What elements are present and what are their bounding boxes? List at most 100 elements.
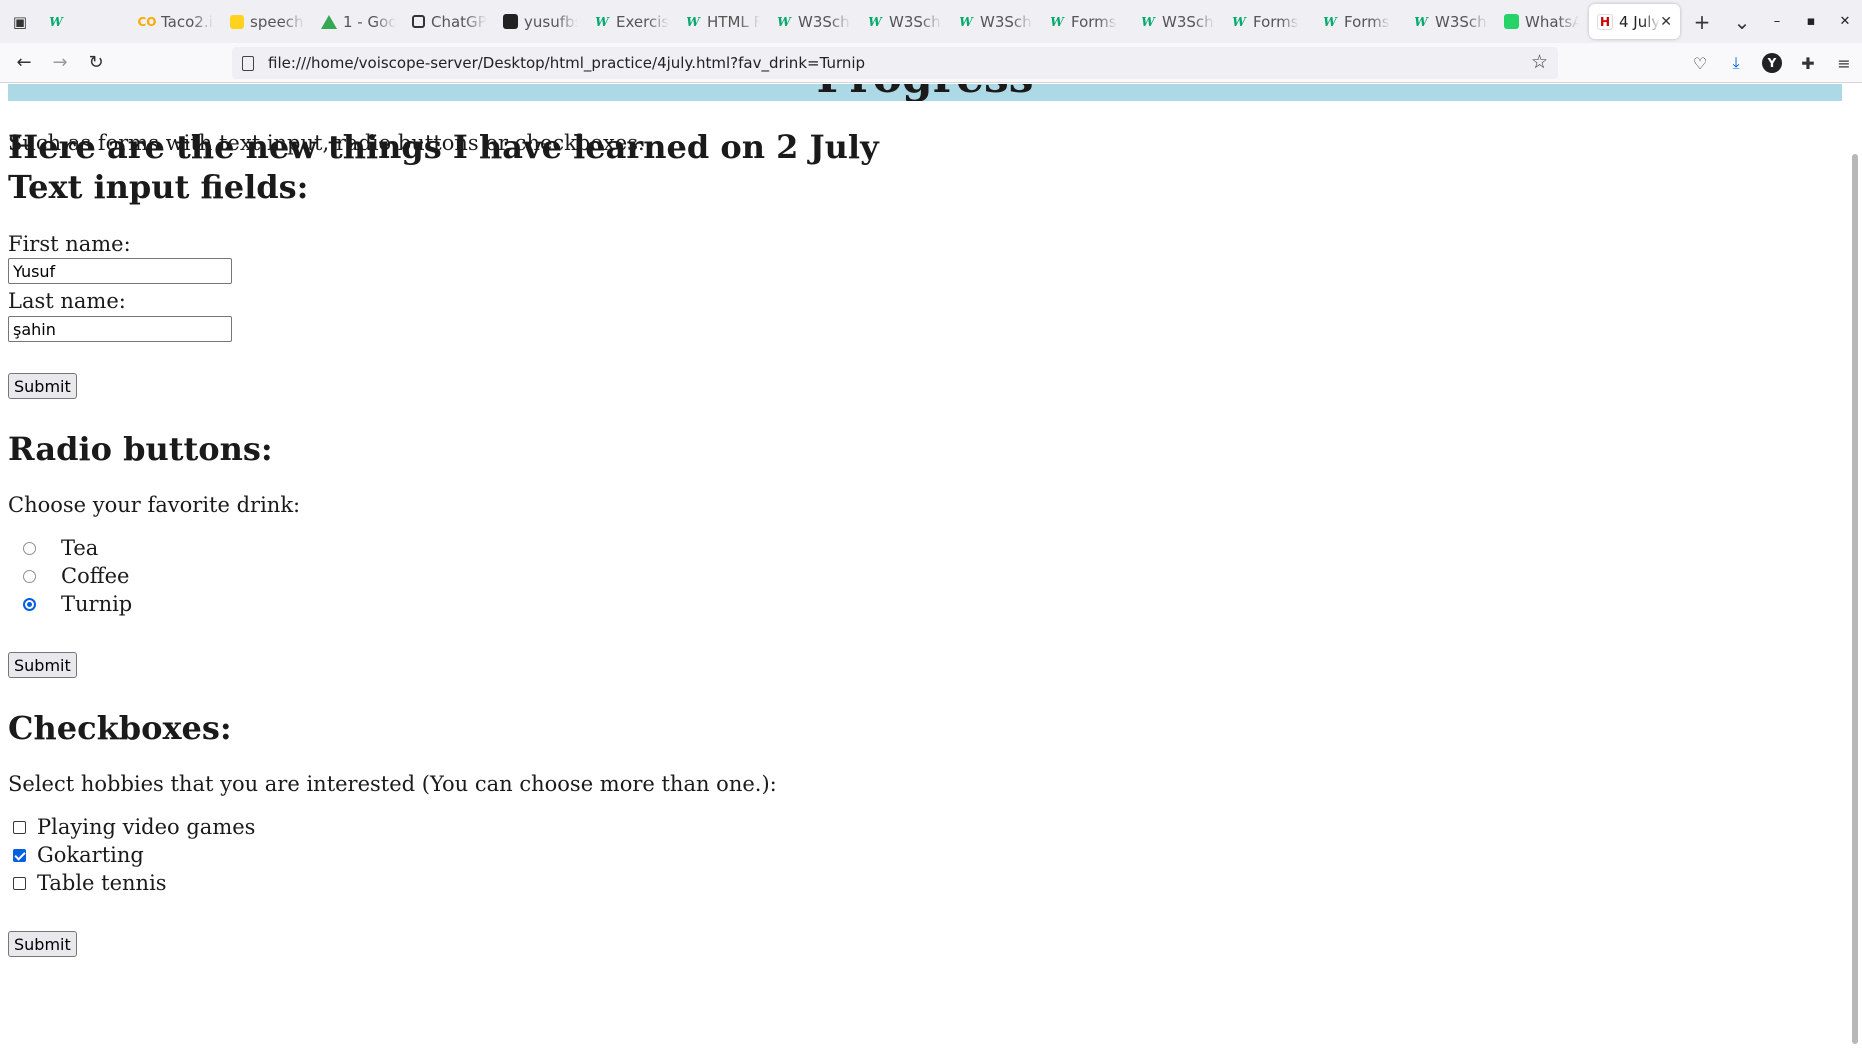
w3schools-icon: W [1414,14,1428,29]
tab-strip: W CO Taco2.ipynb speechbrain 1 - Google D… [40,0,1682,43]
forward-arrow-icon[interactable]: → [42,47,78,79]
colab-icon: CO [137,14,157,29]
github-icon [503,14,518,29]
radio-submit-button[interactable]: Submit [8,652,77,678]
browser-tab[interactable]: ChatGPT [404,0,495,43]
tab-title: speechbrain [250,12,305,31]
tab-title: W3Schools [889,12,942,31]
new-tab-button[interactable]: + [1682,0,1722,43]
maximize-icon[interactable]: ▪ [1794,14,1828,29]
window-controls: – ▪ ✕ [1760,0,1862,43]
minimize-icon[interactable]: – [1760,14,1794,29]
checkbox[interactable] [13,876,26,890]
tab-title: Forms [1253,12,1299,31]
progress-banner: Progress [8,84,1842,101]
browser-tab[interactable]: 1 - Google Drive [313,0,404,43]
checkbox-label: Gokarting [37,843,144,867]
radio-option-tea[interactable]: Tea [0,534,132,562]
account-avatar-icon[interactable]: Y [1762,53,1782,73]
drink-prompt: Choose your favorite drink: [8,493,301,517]
radio-option-turnip[interactable]: Turnip [0,590,132,618]
reload-icon[interactable]: ↻ [78,47,114,79]
radio-heading: Radio buttons: [8,430,273,468]
pocket-icon[interactable]: ♡ [1682,54,1718,73]
radio-button[interactable] [23,569,36,583]
toolbar-icons: ♡ ⤓ Y ✚ ≡ [1682,43,1862,83]
checkbox-label: Playing video games [37,815,256,839]
checkbox[interactable] [13,820,26,834]
close-tab-icon[interactable]: ✕ [1660,14,1672,30]
page-viewport: Progress Here are the new things I have … [0,84,1862,1048]
google-drive-icon [321,14,337,29]
checkbox-label: Table tennis [37,871,167,895]
download-icon[interactable]: ⤓ [1718,53,1754,73]
hobby-options: Playing video games Gokarting Table tenn… [0,813,255,897]
extensions-icon[interactable]: ✚ [1790,54,1826,73]
back-arrow-icon[interactable]: ← [6,47,42,79]
tab-title: W3Schools [1435,12,1488,31]
checkbox-submit-button[interactable]: Submit [8,931,77,957]
huggingface-icon [230,14,244,29]
drink-options: Tea Coffee Turnip [0,534,132,618]
text-inputs-heading: Text input fields: [8,168,309,206]
checkbox-heading: Checkboxes: [8,709,232,747]
browser-tab[interactable]: WhatsApp [1496,0,1587,43]
radio-button-selected[interactable] [23,597,36,611]
browser-tab[interactable]: CO Taco2.ipynb [131,0,222,43]
tab-title: Taco2.ipynb [161,12,214,31]
browser-tab[interactable]: W W3Schools [859,0,950,43]
checkbox-checked[interactable] [13,848,26,862]
browser-tab[interactable]: yusufbsahin [495,0,586,43]
tab-title: W3Schools [798,12,851,31]
active-browser-tab[interactable]: H 4 July ✕ [1589,4,1680,39]
tab-title: ChatGPT [431,12,487,31]
checkbox-option-video-games[interactable]: Playing video games [0,813,255,841]
page-icon [242,55,254,71]
radio-option-coffee[interactable]: Coffee [0,562,132,590]
browser-tab[interactable]: W W3Schools [950,0,1041,43]
tab-title: HTML Forms [707,12,760,31]
text-submit-button[interactable]: Submit [8,373,77,399]
w3schools-icon: W [1050,14,1064,29]
intro-text: Such as forms with text input, radio but… [8,131,645,155]
menu-icon[interactable]: ≡ [1826,54,1862,73]
first-name-input[interactable]: Yusuf [8,258,232,284]
tab-title: Forms [1071,12,1117,31]
browser-tab[interactable]: W [40,0,131,43]
w3schools-icon: W [1232,14,1246,29]
navigation-toolbar: ← → ↻ file:///home/voiscope-server/Deskt… [0,43,1862,83]
browser-tab[interactable]: W W3Schools [1405,0,1496,43]
browser-tab[interactable]: W W3Schools [1132,0,1223,43]
scrollbar-thumb[interactable] [1852,154,1858,1044]
tab-title: Exercise [616,12,669,31]
url-text[interactable]: file:///home/voiscope-server/Desktop/htm… [268,54,865,72]
browser-tab[interactable]: W W3Schools [768,0,859,43]
w3schools-icon: W [777,14,791,29]
w3schools-icon: W [595,14,609,29]
html-file-icon: H [1597,13,1613,30]
tab-title: W3Schools [1162,12,1215,31]
tab-title: yusufbsahin [524,12,578,31]
list-all-tabs-button[interactable]: ▣ [0,0,40,43]
w3schools-icon: W [868,14,882,29]
browser-tab[interactable]: W Forms [1041,0,1132,43]
radio-button[interactable] [23,541,36,555]
radio-label: Turnip [61,592,133,616]
browser-tab[interactable]: W Exercise [586,0,677,43]
bookmark-star-icon[interactable]: ☆ [1531,51,1548,73]
browser-tab[interactable]: speechbrain [222,0,313,43]
checkbox-option-table-tennis[interactable]: Table tennis [0,869,255,897]
address-bar[interactable]: file:///home/voiscope-server/Desktop/htm… [232,47,1558,79]
tab-title: Forms [1344,12,1390,31]
last-name-input[interactable]: şahin [8,316,232,342]
chevron-down-icon[interactable]: ⌄ [1722,0,1762,43]
browser-tab[interactable]: W Forms [1223,0,1314,43]
browser-tab[interactable]: W Forms [1314,0,1405,43]
tab-bar: ▣ W CO Taco2.ipynb speechbrain 1 - Google… [0,0,1862,43]
w3schools-icon: W [1323,14,1337,29]
close-window-icon[interactable]: ✕ [1828,14,1862,29]
browser-tab[interactable]: W HTML Forms [677,0,768,43]
checkbox-option-gokarting[interactable]: Gokarting [0,841,255,869]
tab-title: W3Schools [980,12,1033,31]
vertical-scrollbar[interactable] [1846,84,1862,1048]
